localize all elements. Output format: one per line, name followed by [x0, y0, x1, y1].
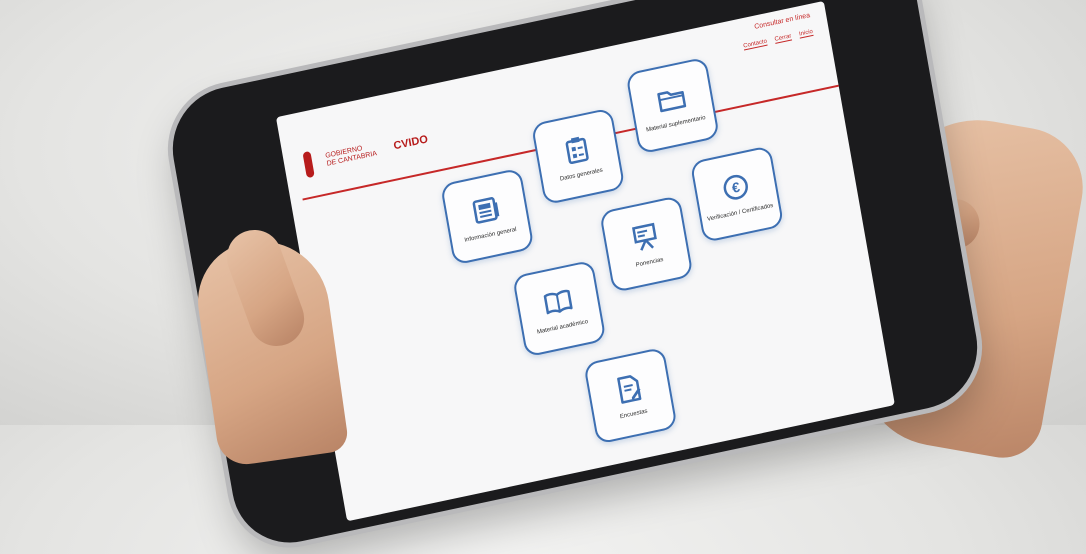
- tile-general-data[interactable]: Datos generales: [530, 107, 626, 206]
- euro-icon: €: [723, 174, 748, 200]
- top-title: Consultar en línea: [753, 12, 811, 31]
- folder-icon: [657, 90, 687, 113]
- tile-label: Encuestas: [619, 408, 649, 421]
- cvido-logo: CVIDO: [392, 133, 429, 153]
- tile-general-info[interactable]: Información general: [440, 167, 535, 266]
- header-logos: GOBIERNO DE CANTABRIA CVIDO: [302, 126, 430, 179]
- tile-label: Material académico: [536, 318, 589, 336]
- tile-presentations[interactable]: Ponencias: [599, 195, 694, 294]
- tile-label: Verificación / Certificados: [706, 202, 774, 223]
- contact-link[interactable]: Contacto: [742, 38, 768, 51]
- open-book-icon: [543, 289, 573, 315]
- tile-label: Datos generales: [559, 167, 604, 183]
- tile-label: Ponencias: [635, 256, 664, 269]
- newspaper-icon: [472, 197, 500, 224]
- tile-label: Información general: [464, 226, 518, 244]
- presentation-board-icon: [632, 222, 657, 251]
- top-links: Consultar en línea Contacto Cerrar Inici…: [740, 12, 814, 51]
- photo-scene: GOBIERNO DE CANTABRIA CVIDO Consultar en…: [0, 0, 1086, 554]
- tile-surveys[interactable]: Encuestas: [583, 346, 678, 445]
- clipboard-icon: [565, 136, 589, 165]
- tile-label: Material suplementario: [645, 115, 707, 134]
- home-link[interactable]: Inicio: [798, 28, 814, 39]
- tile-supplementary[interactable]: Material suplementario: [625, 56, 720, 155]
- brand-logo-icon: [302, 150, 315, 179]
- edit-document-icon: [617, 375, 642, 404]
- tablet-screen: GOBIERNO DE CANTABRIA CVIDO Consultar en…: [275, 0, 895, 522]
- top-link-row: Contacto Cerrar Inicio: [742, 28, 814, 51]
- close-link[interactable]: Cerrar: [774, 33, 793, 44]
- brand-logo-text: GOBIERNO DE CANTABRIA: [325, 142, 382, 169]
- tile-academic[interactable]: Material académico: [512, 259, 607, 358]
- svg-text:€: €: [731, 179, 742, 196]
- tile-certificates[interactable]: € Verificación / Certificados: [689, 145, 785, 244]
